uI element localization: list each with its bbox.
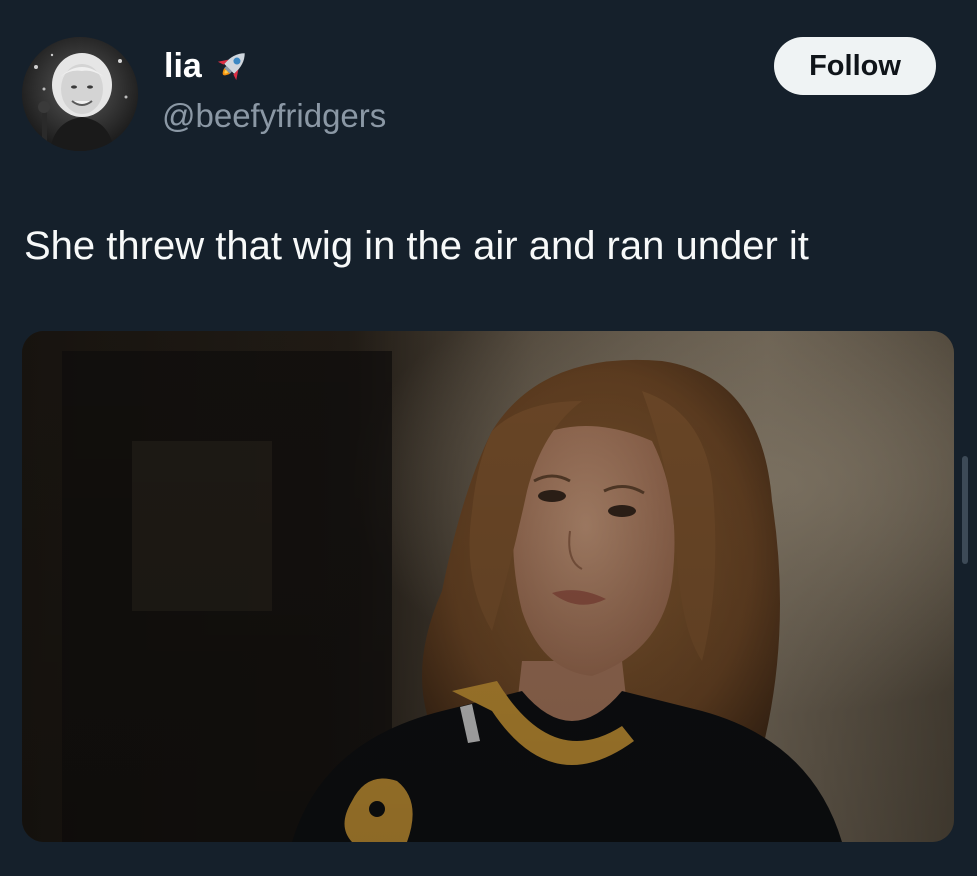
display-name[interactable]: lia bbox=[164, 42, 202, 90]
tweet-text: She threw that wig in the air and ran un… bbox=[24, 224, 809, 268]
display-name-row[interactable]: lia bbox=[164, 42, 252, 90]
tweet-card: lia @beefyfridgers Follow She threw that… bbox=[0, 0, 977, 876]
avatar[interactable] bbox=[22, 37, 138, 151]
rocket-icon bbox=[212, 46, 252, 86]
tweet-photo[interactable] bbox=[22, 331, 954, 842]
follow-button[interactable]: Follow bbox=[774, 37, 936, 95]
photo-woman-in-jersey bbox=[22, 331, 954, 842]
user-handle[interactable]: @beefyfridgers bbox=[162, 94, 386, 138]
avatar-image bbox=[22, 37, 138, 151]
scrollbar[interactable] bbox=[962, 456, 968, 564]
